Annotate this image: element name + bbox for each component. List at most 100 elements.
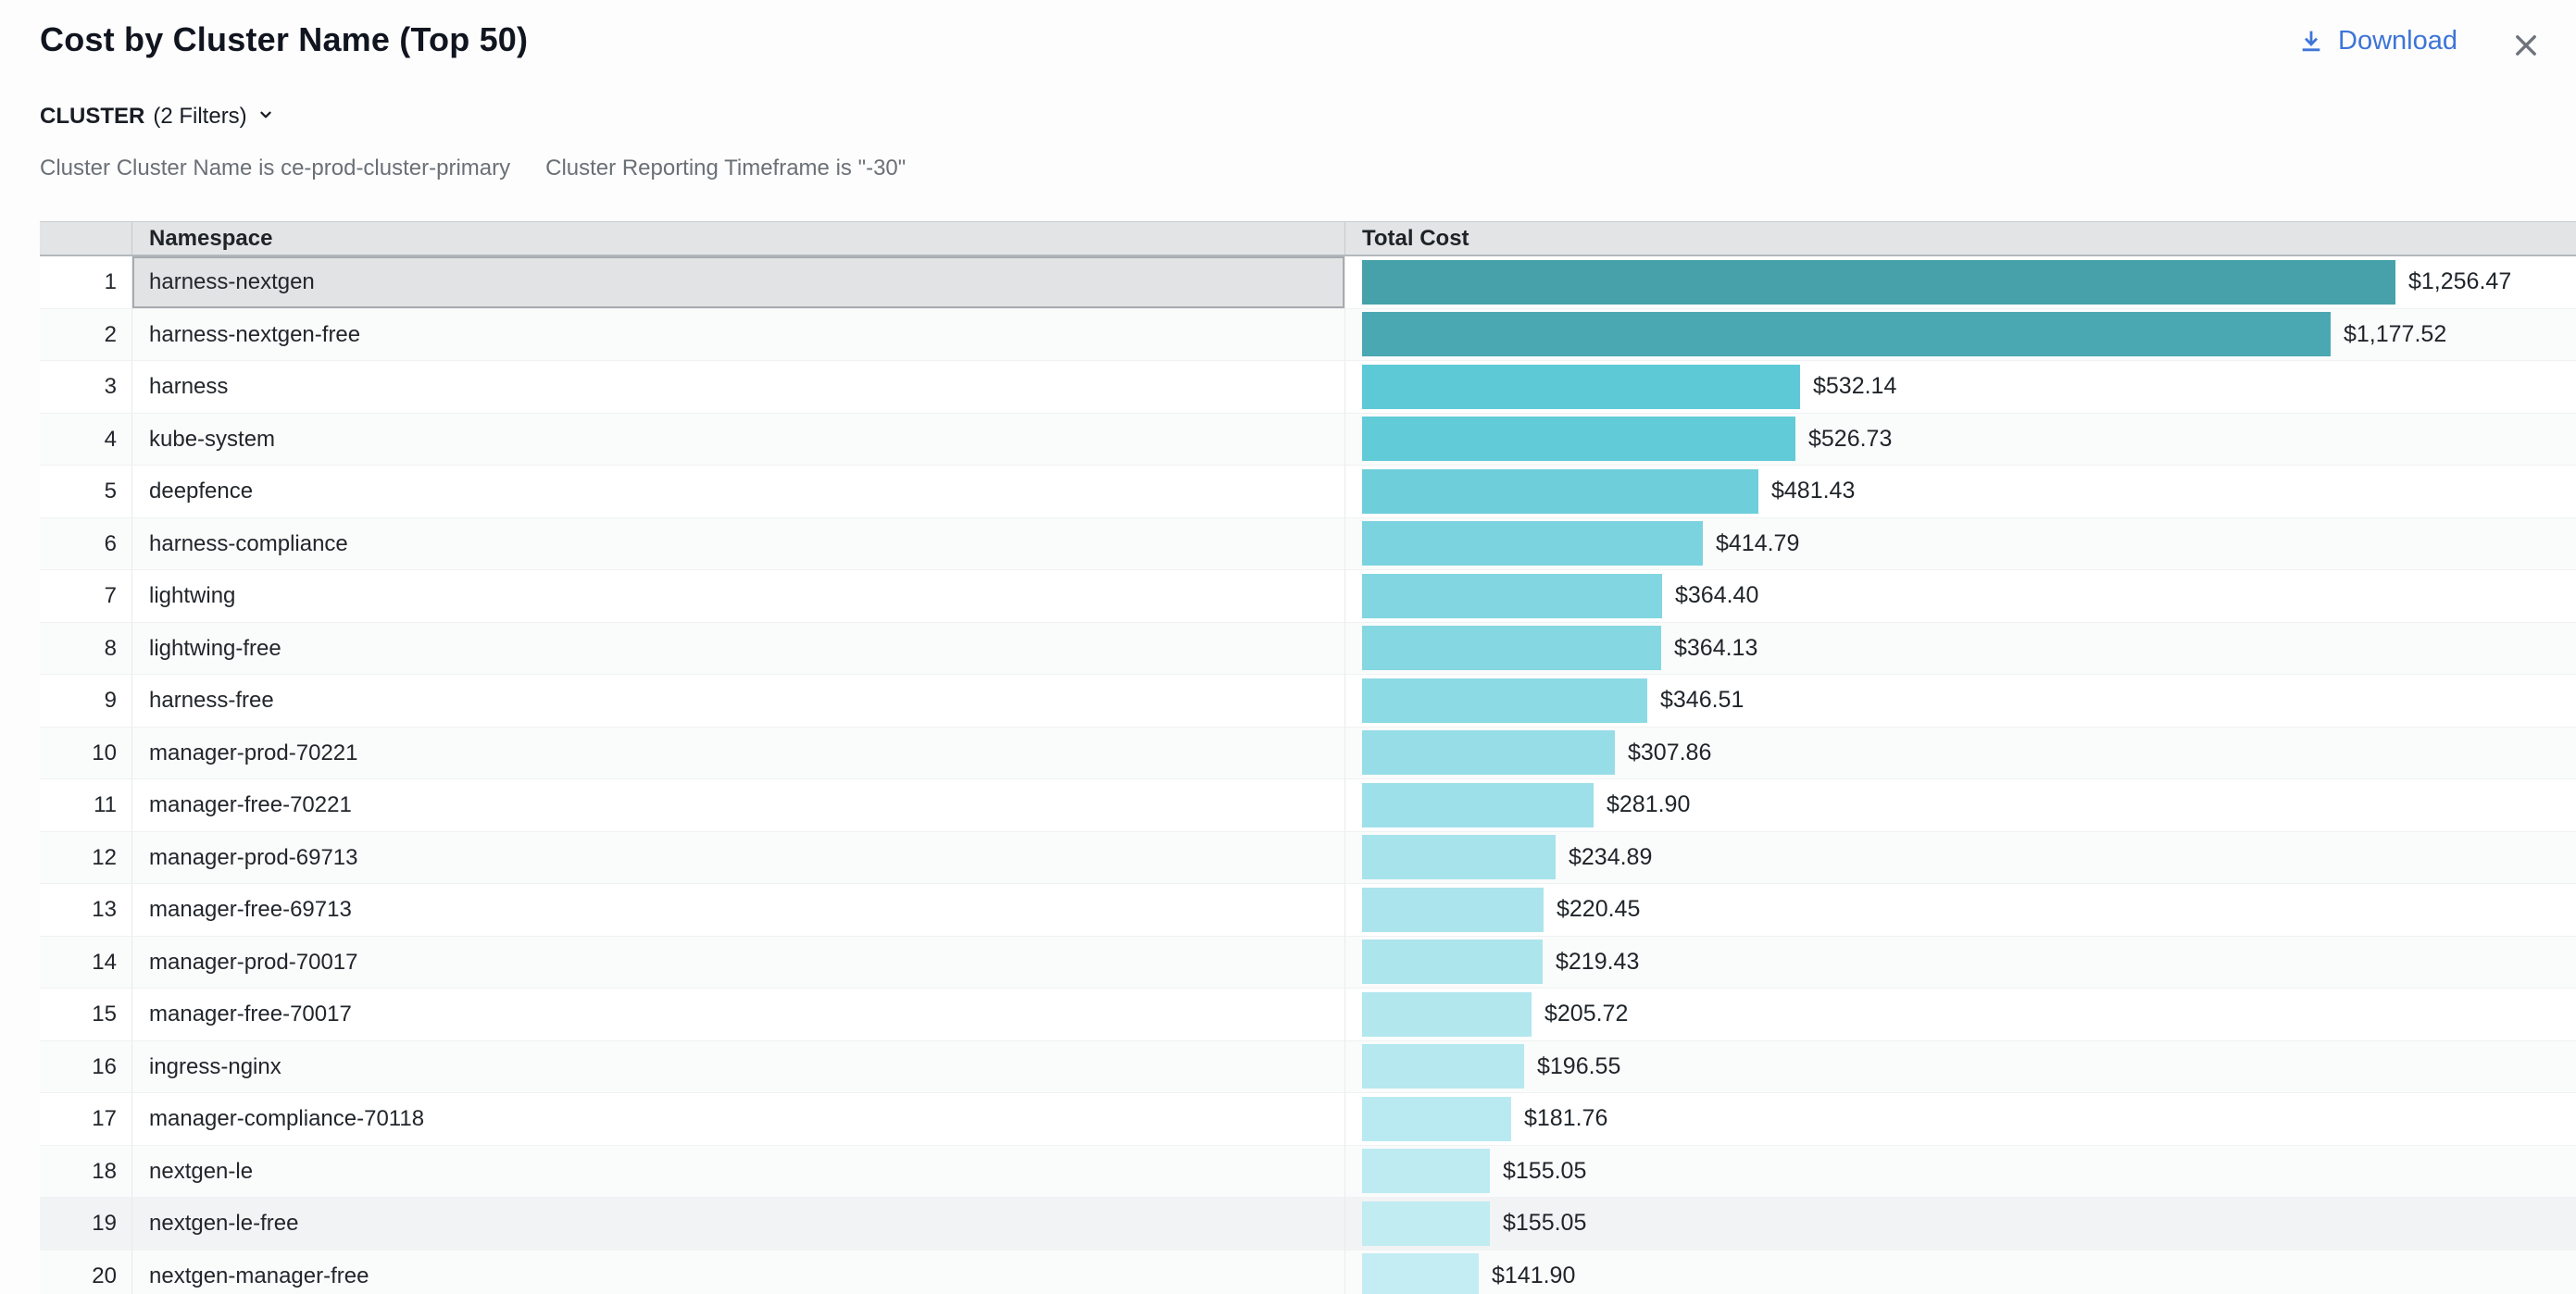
cost-value-label: $364.13 xyxy=(1674,635,1757,662)
row-namespace[interactable]: lightwing xyxy=(131,570,1344,623)
row-rank: 9 xyxy=(40,675,131,728)
row-rank: 4 xyxy=(40,414,131,467)
row-namespace[interactable]: ingress-nginx xyxy=(131,1041,1344,1094)
table-row[interactable]: 5 deepfence $481.43 xyxy=(40,466,2576,518)
row-cost-cell: $155.05 xyxy=(1344,1146,2576,1199)
chevron-down-icon xyxy=(256,102,276,131)
row-namespace[interactable]: deepfence xyxy=(131,466,1344,518)
row-namespace[interactable]: harness-compliance xyxy=(131,518,1344,571)
row-namespace[interactable]: harness-free xyxy=(131,675,1344,728)
table-row[interactable]: 20 nextgen-manager-free $141.90 xyxy=(40,1250,2576,1294)
row-rank: 2 xyxy=(40,309,131,362)
cost-bar xyxy=(1362,835,1556,879)
row-namespace[interactable]: manager-free-69713 xyxy=(131,884,1344,937)
cluster-filter-toggle[interactable]: CLUSTER (2 Filters) xyxy=(40,102,276,131)
cost-value-label: $1,256.47 xyxy=(2408,268,2511,295)
row-namespace[interactable]: harness-nextgen-free xyxy=(131,309,1344,362)
table-row[interactable]: 18 nextgen-le $155.05 xyxy=(40,1146,2576,1199)
table-row[interactable]: 11 manager-free-70221 $281.90 xyxy=(40,779,2576,832)
cost-bar xyxy=(1362,574,1662,618)
table-row[interactable]: 4 kube-system $526.73 xyxy=(40,414,2576,467)
column-header-rank xyxy=(40,222,131,255)
cost-table: Namespace Total Cost 1 harness-nextgen $… xyxy=(40,221,2576,1294)
cost-value-label: $281.90 xyxy=(1607,791,1690,818)
cost-bar xyxy=(1362,1149,1490,1193)
download-button[interactable]: Download xyxy=(2296,26,2457,56)
cost-bar xyxy=(1362,1097,1511,1141)
table-row[interactable]: 13 manager-free-69713 $220.45 xyxy=(40,884,2576,937)
row-namespace[interactable]: kube-system xyxy=(131,414,1344,467)
cost-bar xyxy=(1362,417,1795,461)
table-row[interactable]: 3 harness $532.14 xyxy=(40,361,2576,414)
close-button[interactable] xyxy=(2507,28,2545,65)
cost-value-label: $414.79 xyxy=(1716,530,1799,557)
table-header: Namespace Total Cost xyxy=(40,221,2576,256)
row-namespace[interactable]: nextgen-le-free xyxy=(131,1198,1344,1250)
cost-value-label: $205.72 xyxy=(1544,1001,1628,1027)
table-row[interactable]: 12 manager-prod-69713 $234.89 xyxy=(40,832,2576,885)
row-rank: 1 xyxy=(40,256,131,309)
table-row[interactable]: 7 lightwing $364.40 xyxy=(40,570,2576,623)
table-row[interactable]: 9 harness-free $346.51 xyxy=(40,675,2576,728)
cost-value-label: $220.45 xyxy=(1557,896,1640,923)
filter-item-reporting-timeframe: Cluster Reporting Timeframe is "-30" xyxy=(545,156,906,181)
table-row[interactable]: 2 harness-nextgen-free $1,177.52 xyxy=(40,309,2576,362)
cost-value-label: $234.89 xyxy=(1569,844,1652,871)
table-row[interactable]: 1 harness-nextgen $1,256.47 xyxy=(40,256,2576,309)
row-namespace[interactable]: manager-compliance-70118 xyxy=(131,1093,1344,1146)
cost-value-label: $346.51 xyxy=(1660,687,1744,714)
filter-item-cluster-name: Cluster Cluster Name is ce-prod-cluster-… xyxy=(40,156,510,181)
row-namespace[interactable]: manager-free-70221 xyxy=(131,779,1344,832)
row-namespace[interactable]: nextgen-manager-free xyxy=(131,1250,1344,1294)
cost-value-label: $181.76 xyxy=(1524,1105,1607,1132)
row-rank: 19 xyxy=(40,1198,131,1250)
row-namespace[interactable]: harness-nextgen xyxy=(131,256,1344,309)
column-header-namespace[interactable]: Namespace xyxy=(131,222,1344,255)
download-label: Download xyxy=(2338,26,2457,56)
row-cost-cell: $196.55 xyxy=(1344,1041,2576,1094)
row-namespace[interactable]: manager-free-70017 xyxy=(131,989,1344,1041)
row-cost-cell: $205.72 xyxy=(1344,989,2576,1041)
table-row[interactable]: 16 ingress-nginx $196.55 xyxy=(40,1041,2576,1094)
row-rank: 6 xyxy=(40,518,131,571)
cluster-filter-count: (2 Filters) xyxy=(153,104,246,130)
cost-value-label: $481.43 xyxy=(1771,478,1855,504)
table-row[interactable]: 19 nextgen-le-free $155.05 xyxy=(40,1198,2576,1250)
cost-value-label: $532.14 xyxy=(1813,373,1896,400)
row-rank: 17 xyxy=(40,1093,131,1146)
table-row[interactable]: 8 lightwing-free $364.13 xyxy=(40,623,2576,676)
cost-value-label: $196.55 xyxy=(1537,1053,1620,1080)
row-namespace[interactable]: harness xyxy=(131,361,1344,414)
cost-bar xyxy=(1362,260,2395,305)
row-rank: 20 xyxy=(40,1250,131,1294)
table-row[interactable]: 14 manager-prod-70017 $219.43 xyxy=(40,937,2576,989)
row-namespace[interactable]: manager-prod-70017 xyxy=(131,937,1344,989)
row-namespace[interactable]: manager-prod-69713 xyxy=(131,832,1344,885)
row-cost-cell: $234.89 xyxy=(1344,832,2576,885)
cost-bar xyxy=(1362,730,1615,775)
cost-value-label: $364.40 xyxy=(1675,582,1758,609)
row-cost-cell: $1,177.52 xyxy=(1344,309,2576,362)
table-row[interactable]: 17 manager-compliance-70118 $181.76 xyxy=(40,1093,2576,1146)
cost-value-label: $219.43 xyxy=(1556,949,1639,976)
table-row[interactable]: 6 harness-compliance $414.79 xyxy=(40,518,2576,571)
row-cost-cell: $481.43 xyxy=(1344,466,2576,518)
row-rank: 16 xyxy=(40,1041,131,1094)
table-row[interactable]: 15 manager-free-70017 $205.72 xyxy=(40,989,2576,1041)
row-cost-cell: $181.76 xyxy=(1344,1093,2576,1146)
cost-bar xyxy=(1362,678,1647,723)
row-cost-cell: $219.43 xyxy=(1344,937,2576,989)
cost-bar xyxy=(1362,312,2331,356)
row-namespace[interactable]: nextgen-le xyxy=(131,1146,1344,1199)
cost-bar xyxy=(1362,1253,1479,1294)
column-header-total-cost[interactable]: Total Cost xyxy=(1344,222,2576,255)
row-namespace[interactable]: manager-prod-70221 xyxy=(131,728,1344,780)
cost-bar xyxy=(1362,469,1758,514)
row-rank: 10 xyxy=(40,728,131,780)
table-row[interactable]: 10 manager-prod-70221 $307.86 xyxy=(40,728,2576,780)
filter-summary: Cluster Cluster Name is ce-prod-cluster-… xyxy=(40,156,906,181)
table-body: 1 harness-nextgen $1,256.47 2 harness-ne… xyxy=(40,256,2576,1294)
row-namespace[interactable]: lightwing-free xyxy=(131,623,1344,676)
row-rank: 8 xyxy=(40,623,131,676)
cost-value-label: $141.90 xyxy=(1492,1263,1575,1289)
